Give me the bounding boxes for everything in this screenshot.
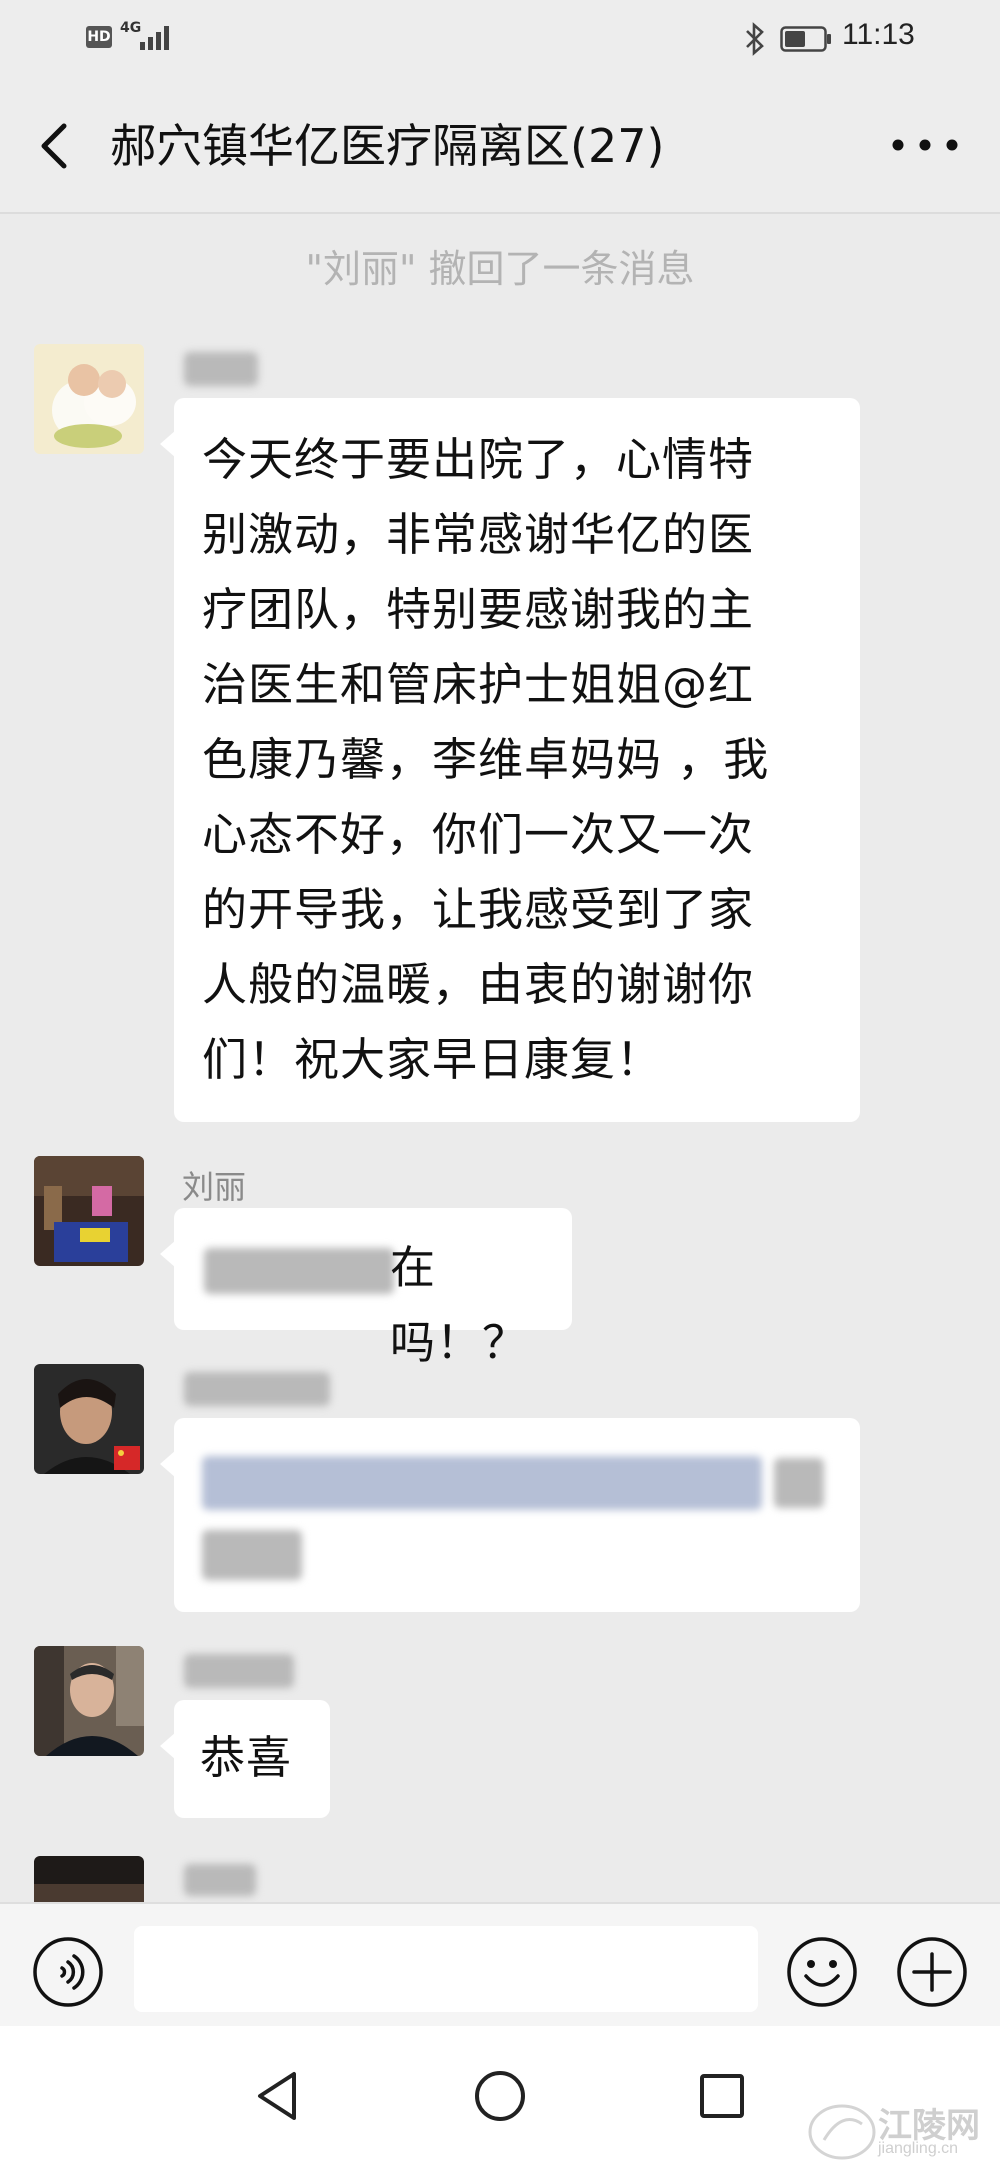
voice-button[interactable] bbox=[32, 1936, 104, 2008]
message-bubble[interactable]: 恭喜 bbox=[160, 1700, 330, 1818]
avatar[interactable] bbox=[34, 1156, 144, 1266]
nav-recent-button[interactable] bbox=[694, 2068, 750, 2124]
message-line: 疗团队，特别要感谢我的主 bbox=[202, 583, 755, 636]
message-bubble[interactable] bbox=[160, 1418, 860, 1612]
battery-icon bbox=[780, 26, 831, 52]
sender-name-redacted bbox=[184, 1654, 294, 1688]
redacted-text bbox=[204, 1248, 394, 1294]
avatar[interactable] bbox=[34, 1364, 144, 1474]
sender-name-redacted bbox=[184, 352, 258, 386]
clock: 11:13 bbox=[842, 18, 915, 51]
plus-icon bbox=[897, 1937, 967, 2007]
watermark-domain: jiangling.cn bbox=[878, 2140, 959, 2157]
message-line: 的开导我，让我感受到了家 bbox=[202, 883, 755, 936]
message-input[interactable] bbox=[134, 1926, 758, 2012]
circle-home-icon bbox=[475, 2071, 525, 2121]
avatar-image bbox=[34, 1156, 144, 1266]
nav-home-button[interactable] bbox=[472, 2068, 528, 2124]
more-dots-icon bbox=[892, 139, 958, 151]
chat-title: 郝穴镇华亿医疗隔离区(27) bbox=[110, 119, 665, 173]
sender-name-redacted bbox=[184, 1372, 330, 1406]
emoji-icon bbox=[787, 1937, 857, 2007]
emoji-button[interactable] bbox=[786, 1936, 858, 2008]
avatar-image bbox=[34, 1364, 144, 1474]
avatar[interactable] bbox=[34, 344, 144, 454]
avatar-image bbox=[34, 1856, 144, 1902]
avatar[interactable] bbox=[34, 1856, 144, 1902]
title-bar: 郝穴镇华亿医疗隔离区(27) bbox=[0, 80, 1000, 214]
hd-badge: HD bbox=[86, 26, 112, 48]
sender-name: 刘丽 bbox=[182, 1168, 247, 1206]
status-bar: HD 4G 11:13 bbox=[0, 0, 1000, 80]
plus-button[interactable] bbox=[896, 1936, 968, 2008]
redacted-text bbox=[202, 1530, 302, 1580]
avatar-image bbox=[34, 344, 144, 454]
message-bubble[interactable]: 在吗！？ bbox=[160, 1208, 572, 1369]
more-button[interactable] bbox=[880, 120, 970, 170]
triangle-back-icon bbox=[258, 2072, 296, 2120]
message-line: 别激动，非常感谢华亿的医 bbox=[202, 508, 755, 561]
redacted-text bbox=[202, 1456, 762, 1510]
message-line: 心态不好，你们一次又一次 bbox=[202, 808, 755, 861]
bluetooth-icon bbox=[746, 22, 764, 56]
back-button[interactable] bbox=[30, 114, 80, 178]
message-text: 在吗！？ bbox=[390, 1241, 529, 1369]
message-line: 们！祝大家早日康复！ bbox=[202, 1033, 663, 1086]
message-bubble[interactable]: 今天终于要出院了，心情特 别激动，非常感谢华亿的医 疗团队，特别要感谢我的主 治… bbox=[160, 398, 860, 1122]
square-recent-icon bbox=[700, 2074, 744, 2118]
sender-name-redacted bbox=[184, 1864, 256, 1896]
voice-icon bbox=[33, 1937, 103, 2007]
avatar-image bbox=[34, 1646, 144, 1756]
signal-icon bbox=[140, 26, 169, 50]
message-text: 恭喜 bbox=[200, 1731, 293, 1784]
message-line: 色康乃馨，李维卓妈妈 ，我 bbox=[202, 733, 770, 786]
input-bar bbox=[0, 1902, 1000, 2028]
chevron-left-icon bbox=[41, 123, 67, 169]
redacted-text bbox=[774, 1458, 824, 1508]
message-line: 人般的温暖，由衷的谢谢你 bbox=[202, 958, 755, 1011]
recall-notice: "刘丽" 撤回了一条消息 bbox=[305, 247, 695, 291]
message-line: 治医生和管床护士姐姐@红 bbox=[202, 658, 755, 711]
nav-back-button[interactable] bbox=[250, 2068, 306, 2124]
message-line: 今天终于要出院了，心情特 bbox=[202, 433, 755, 486]
avatar[interactable] bbox=[34, 1646, 144, 1756]
